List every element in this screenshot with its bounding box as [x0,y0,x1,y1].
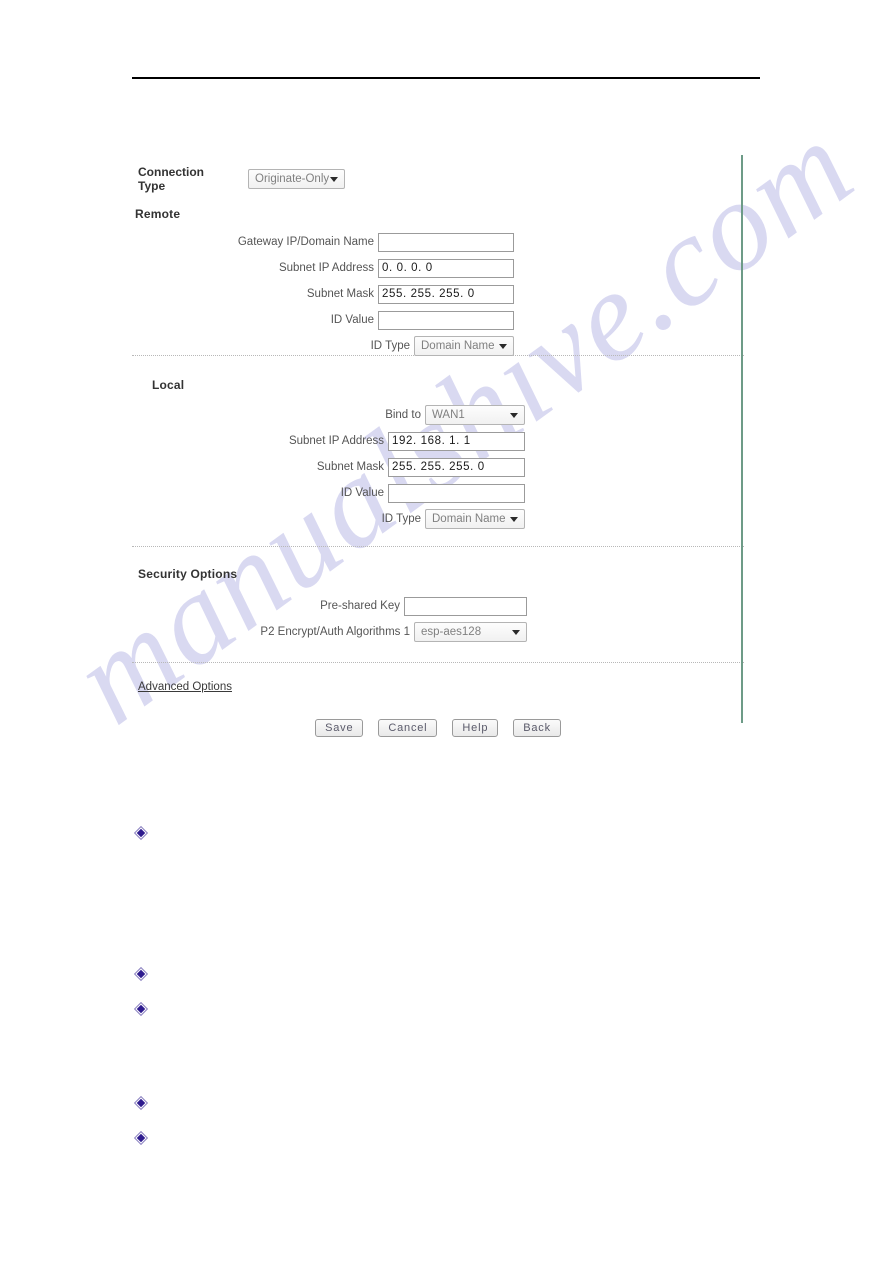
field-row-remote-id-type: ID Type Domain Name [132,335,514,357]
field-row-preshared-key: Pre-shared Key [132,595,527,617]
field-row-gateway-ip: Gateway IP/Domain Name [132,231,514,253]
field-row-local-subnet-mask: Subnet Mask [132,456,525,478]
field-row-remote-subnet-ip: Subnet IP Address [132,257,514,279]
field-row-local-subnet-ip: Subnet IP Address [132,430,525,452]
help-button[interactable]: Help [452,719,499,737]
p2-algorithms-select[interactable]: esp-aes128 [414,622,527,642]
remote-id-value-label: ID Value [330,314,374,326]
connection-type-label: Connection Type [138,165,228,193]
local-id-value-input[interactable] [388,483,525,503]
remote-subnet-mask-label: Subnet Mask [306,288,374,300]
field-row-remote-subnet-mask: Subnet Mask [132,283,514,305]
chevron-down-icon [510,413,518,418]
form-button-row: Save Cancel Help Back [132,719,744,737]
connection-type-select-wrap: Originate-Only [248,169,345,189]
remote-section-title: Remote [135,207,181,221]
local-id-type-select[interactable]: Domain Name [425,509,525,529]
panel-right-border [741,155,743,723]
vpn-policy-form: Connection Type Originate-Only Remote Ga… [132,155,744,737]
remote-id-type-label: ID Type [370,340,410,352]
document-page: manualshive.com Connection Type Originat… [0,0,893,1263]
remote-id-value-input[interactable] [378,310,514,330]
bind-to-select[interactable]: WAN1 [425,405,525,425]
field-row-local-id-type: ID Type Domain Name [132,508,525,530]
cancel-button[interactable]: Cancel [378,719,438,737]
bind-to-value: WAN1 [432,409,465,421]
advanced-options-link[interactable]: Advanced Options [138,681,232,693]
chevron-down-icon [512,630,520,635]
advanced-options-row: Advanced Options [132,663,744,695]
field-row-local-id-value: ID Value [132,482,525,504]
p2-algorithms-value: esp-aes128 [421,626,482,638]
remote-fields: Gateway IP/Domain Name Subnet IP Address… [132,231,514,361]
chevron-down-icon [330,177,338,182]
chevron-down-icon [510,517,518,522]
security-fields: Pre-shared Key P2 Encrypt/Auth Algorithm… [132,595,527,647]
preshared-key-input[interactable] [404,596,527,616]
back-button[interactable]: Back [513,719,561,737]
local-subnet-ip-label: Subnet IP Address [288,435,384,447]
gateway-ip-label: Gateway IP/Domain Name [237,236,374,248]
local-fields: Bind to WAN1 Subnet IP Address Subnet Ma… [132,404,525,534]
connection-type-row: Connection Type Originate-Only [132,155,744,195]
local-section-title: Local [152,378,185,392]
field-row-remote-id-value: ID Value [132,309,514,331]
bind-to-label: Bind to [385,409,421,421]
remote-id-type-select[interactable]: Domain Name [414,336,514,356]
local-id-type-label: ID Type [381,513,421,525]
remote-section: Connection Type Originate-Only Remote Ga… [132,155,744,356]
diamond-bullet-icon [133,966,149,982]
connection-type-label-line2: Type [138,179,166,193]
diamond-bullet-icon [133,1130,149,1146]
preshared-key-label: Pre-shared Key [320,600,400,612]
chevron-down-icon [499,344,507,349]
security-options-title: Security Options [138,567,238,581]
diamond-bullet-icon [133,825,149,841]
diamond-bullet-icon [133,1095,149,1111]
p2-algorithms-label: P2 Encrypt/Auth Algorithms 1 [260,626,410,638]
local-id-type-value: Domain Name [432,513,506,525]
field-row-bind-to: Bind to WAN1 [132,404,525,426]
local-subnet-ip-input[interactable] [388,431,525,451]
remote-subnet-mask-input[interactable] [378,284,514,304]
local-id-value-label: ID Value [340,487,384,499]
remote-subnet-ip-label: Subnet IP Address [278,262,374,274]
diamond-bullet-icon [133,1001,149,1017]
remote-subnet-ip-input[interactable] [378,258,514,278]
local-section: Local Bind to WAN1 Subnet IP Address Sub… [132,356,744,546]
connection-type-value: Originate-Only [255,173,330,185]
gateway-ip-input[interactable] [378,232,514,252]
save-button[interactable]: Save [315,719,364,737]
field-row-p2-algorithms: P2 Encrypt/Auth Algorithms 1 esp-aes128 [132,621,527,643]
connection-type-label-line1: Connection [138,165,204,179]
connection-type-select[interactable]: Originate-Only [248,169,345,189]
page-header-rule [132,77,760,79]
local-subnet-mask-label: Subnet Mask [316,461,384,473]
local-subnet-mask-input[interactable] [388,457,525,477]
remote-id-type-value: Domain Name [421,340,495,352]
security-options-section: Security Options Pre-shared Key P2 Encry… [132,547,744,662]
